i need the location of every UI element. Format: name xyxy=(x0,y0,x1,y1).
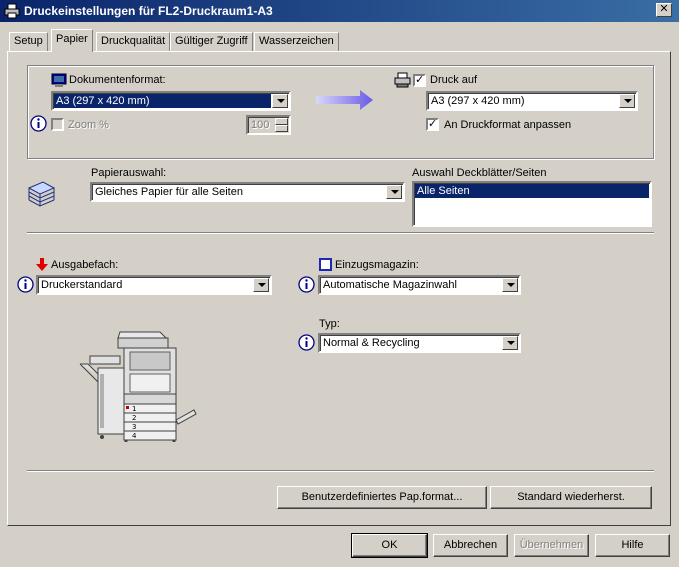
title-bar[interactable]: Druckeinstellungen für FL2-Druckraum1-A3… xyxy=(0,0,679,22)
print-on-dropdown[interactable]: A3 (297 x 420 mm) xyxy=(426,91,638,111)
chevron-down-icon[interactable] xyxy=(386,185,402,199)
tray-number-2: 2 xyxy=(132,414,136,422)
paper-type-value: Normal & Recycling xyxy=(323,337,420,349)
document-format-dropdown[interactable]: A3 (297 x 420 mm) xyxy=(51,91,291,111)
paper-source-label: Einzugsmagazin: xyxy=(335,259,419,271)
red-down-arrow-icon xyxy=(36,258,48,271)
divider xyxy=(27,470,654,472)
paper-selection-value: Gleiches Papier für alle Seiten xyxy=(95,186,243,198)
tray-number-3: 3 xyxy=(132,423,136,431)
spin-down-icon[interactable] xyxy=(275,125,288,132)
paper-type-label: Typ: xyxy=(319,318,340,330)
printer-icon xyxy=(394,72,411,88)
zoom-value: 100 xyxy=(251,119,270,131)
paper-source-value: Automatische Magazinwahl xyxy=(323,279,457,291)
print-on-label: Druck auf xyxy=(430,74,478,86)
document-format-label: Dokumentenformat: xyxy=(69,74,166,86)
tray-number-4: 4 xyxy=(132,432,137,440)
info-icon[interactable] xyxy=(298,334,315,351)
chevron-down-icon[interactable] xyxy=(253,278,269,292)
paper-source-icon xyxy=(319,258,332,271)
cancel-button[interactable]: Abbrechen xyxy=(433,534,508,557)
restore-default-button[interactable]: Standard wiederherst. xyxy=(490,486,652,509)
tab-papier[interactable]: Papier xyxy=(51,29,93,52)
spin-up-icon[interactable] xyxy=(275,118,288,125)
list-item[interactable]: Alle Seiten xyxy=(415,184,649,198)
output-tray-dropdown[interactable]: Druckerstandard xyxy=(36,275,272,295)
document-format-value: A3 (297 x 420 mm) xyxy=(54,94,271,108)
tab-druckqualitaet[interactable]: Druckqualität xyxy=(96,32,171,52)
tab-panel-papier: Dokumentenformat: A3 (297 x 420 mm) Zoom… xyxy=(7,51,671,526)
zoom-spinner[interactable]: 100 xyxy=(246,115,291,135)
print-on-value: A3 (297 x 420 mm) xyxy=(431,95,525,107)
print-on-checkbox[interactable]: ✓ xyxy=(413,74,426,87)
paper-type-dropdown[interactable]: Normal & Recycling xyxy=(318,333,521,353)
ok-button[interactable]: OK xyxy=(351,533,428,558)
fit-to-format-label: An Druckformat anpassen xyxy=(444,119,572,131)
document-format-icon xyxy=(51,73,67,87)
tab-gueltiger-zugriff[interactable]: Gültiger Zugriff xyxy=(170,32,253,52)
output-tray-value: Druckerstandard xyxy=(41,279,123,291)
zoom-checkbox[interactable] xyxy=(51,118,64,131)
info-icon[interactable] xyxy=(298,276,315,293)
close-button[interactable]: ✕ xyxy=(656,3,672,17)
custom-paper-format-button[interactable]: Benutzerdefiniertes Pap.format... xyxy=(277,486,487,509)
info-icon[interactable] xyxy=(30,115,47,132)
printer-illustration: 1 2 3 4 xyxy=(79,331,197,442)
output-tray-label: Ausgabefach: xyxy=(51,259,119,271)
cover-selection-label: Auswahl Deckblätter/Seiten xyxy=(412,167,547,179)
paper-stack-icon xyxy=(27,181,56,207)
paper-source-dropdown[interactable]: Automatische Magazinwahl xyxy=(318,275,521,295)
help-button[interactable]: Hilfe xyxy=(595,534,670,557)
chevron-down-icon[interactable] xyxy=(272,94,288,108)
chevron-down-icon[interactable] xyxy=(502,278,518,292)
chevron-down-icon[interactable] xyxy=(502,336,518,350)
tray-number-1: 1 xyxy=(132,405,136,413)
zoom-label: Zoom % xyxy=(68,119,109,131)
window-title: Druckeinstellungen für FL2-Druckraum1-A3 xyxy=(24,4,273,18)
apply-button[interactable]: Übernehmen xyxy=(514,534,589,557)
paper-selection-dropdown[interactable]: Gleiches Papier für alle Seiten xyxy=(90,182,405,202)
fit-to-format-checkbox[interactable]: ✓ xyxy=(426,118,439,131)
cover-selection-listbox[interactable]: Alle Seiten xyxy=(412,181,652,227)
tab-setup[interactable]: Setup xyxy=(9,32,48,52)
paper-selection-label: Papierauswahl: xyxy=(91,167,167,179)
chevron-down-icon[interactable] xyxy=(619,94,635,108)
info-icon[interactable] xyxy=(17,276,34,293)
printer-icon xyxy=(4,3,20,19)
tab-wasserzeichen[interactable]: Wasserzeichen xyxy=(254,32,339,52)
arrow-right-icon xyxy=(316,90,373,110)
divider xyxy=(27,232,654,234)
